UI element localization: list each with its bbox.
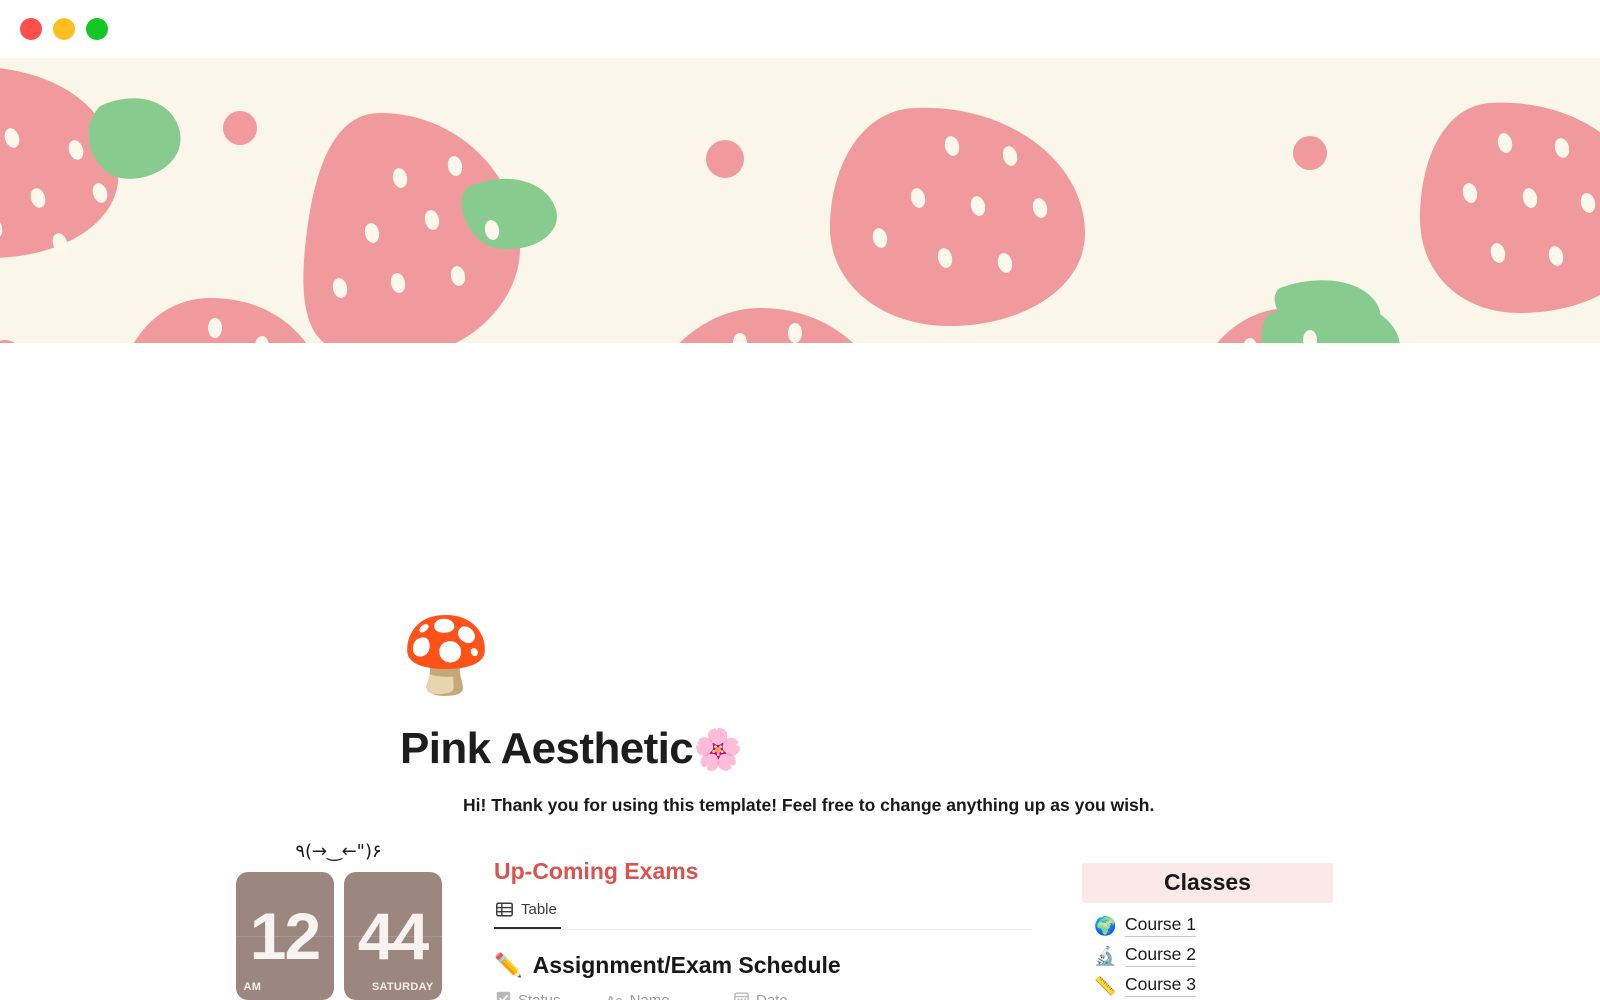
ruler-icon: 📏 [1094, 975, 1117, 996]
window-titlebar [0, 0, 1600, 58]
calendar-icon [734, 991, 749, 1000]
maximize-button[interactable] [86, 18, 108, 40]
globe-icon: 🌍 [1094, 915, 1117, 936]
cover-banner [0, 58, 1600, 343]
right-column: Classes 🌍 Course 1 🔬 Course 2 📏 Course 3… [1082, 863, 1333, 1000]
upcoming-exams-heading: Up-Coming Exams [494, 858, 699, 884]
page-content: 🍄 Pink Aesthetic🌸 Hi! Thank you for usin… [0, 343, 1600, 1000]
cherry-blossom-icon: 🌸 [693, 728, 743, 772]
column-header-status[interactable]: Status [494, 987, 604, 1000]
list-item-label: Course 1 [1125, 914, 1197, 937]
database-tabbar: Table [494, 901, 1032, 930]
clock-hours: 12 [249, 899, 321, 973]
close-button[interactable] [20, 18, 42, 40]
aa-icon: Aa [606, 993, 623, 1000]
classes-list: 🌍 Course 1 🔬 Course 2 📏 Course 3 📚 Cours… [1082, 910, 1333, 1000]
sidebar-item-course-2[interactable]: 🔬 Course 2 [1082, 940, 1333, 970]
column-header-name[interactable]: Aa Name [604, 987, 732, 1000]
page-subtitle: Hi! Thank you for using this template! F… [463, 795, 1155, 815]
column-header-date[interactable]: Date [732, 987, 870, 1000]
list-item-label: Course 3 [1125, 974, 1197, 997]
checkbox-icon [496, 991, 511, 1000]
classes-section-title: Classes [1082, 863, 1333, 903]
microscope-icon: 🔬 [1094, 945, 1117, 966]
column-header-label: Date [756, 992, 788, 1000]
assignment-exam-table: Status Aa Name [494, 987, 1032, 1000]
clock-minutes-panel: 44 SATURDAY [343, 872, 442, 1000]
clock-meridiem: AM [243, 981, 262, 993]
pencil-icon: ✏️ [494, 952, 523, 978]
tab-table[interactable]: Table [494, 901, 561, 929]
traffic-lights [20, 18, 108, 40]
page-title: Pink Aesthetic🌸 [400, 724, 743, 774]
strawberry-pattern-icon [0, 58, 1600, 343]
clock-minutes: 44 [357, 899, 429, 973]
database-title-text: Assignment/Exam Schedule [532, 952, 841, 978]
mushroom-icon[interactable]: 🍄 [400, 619, 492, 693]
kaomoji-text: ٩(→‿←")۶ [295, 841, 382, 862]
column-header-label: Name [630, 992, 670, 1000]
sidebar-item-course-3[interactable]: 📏 Course 3 [1082, 970, 1333, 1000]
minimize-button[interactable] [53, 18, 75, 40]
tab-label: Table [521, 901, 557, 918]
column-header-extra[interactable] [870, 987, 1032, 1000]
table-header-row: Status Aa Name [494, 987, 1032, 1000]
database-title: ✏️ Assignment/Exam Schedule [494, 952, 1032, 979]
table-icon [496, 902, 513, 917]
column-header-label: Status [518, 992, 561, 1000]
list-item-label: Course 2 [1125, 944, 1197, 967]
page-title-text: Pink Aesthetic [400, 724, 694, 773]
left-column: ٩(→‿←")۶ 12 AM 44 SATURDAY To-do Daily T… [232, 841, 445, 1000]
middle-column: Up-Coming Exams Table ✏️ Assignment/Exam… [494, 858, 1032, 1000]
clock-hours-panel: 12 AM [235, 872, 334, 1000]
flip-clock: 12 AM 44 SATURDAY [232, 872, 445, 1000]
sidebar-item-course-1[interactable]: 🌍 Course 1 [1082, 910, 1333, 940]
clock-weekday: SATURDAY [371, 981, 434, 993]
